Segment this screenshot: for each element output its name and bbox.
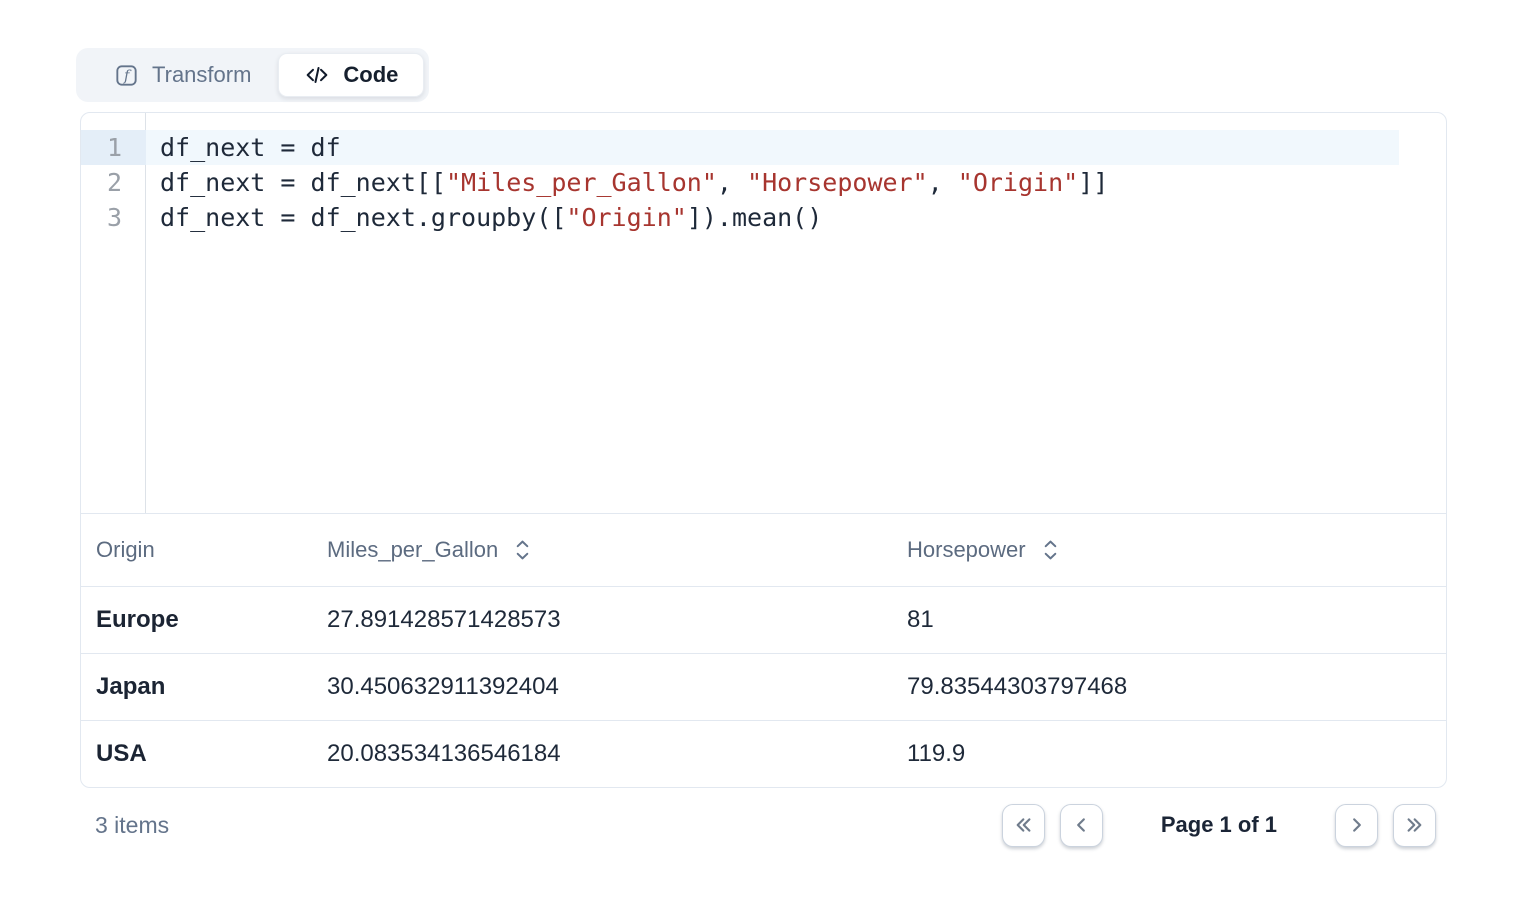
cell-horsepower: 79.83544303797468 [907, 673, 1446, 701]
code-line-content: df_next = df_next.groupby(["Origin"]).me… [146, 200, 1399, 235]
chevrons-right-icon [1402, 812, 1428, 838]
table-row: USA 20.083534136546184 119.9 [81, 720, 1446, 787]
code-line: 1 df_next = df [81, 130, 1446, 165]
sort-icon[interactable] [515, 539, 530, 561]
sort-icon[interactable] [1043, 539, 1058, 561]
cell-origin: USA [96, 740, 327, 768]
transform-panel: 1 df_next = df 2 df_next = df_next[["Mil… [80, 112, 1447, 788]
next-page-button[interactable] [1335, 804, 1378, 847]
chevron-left-icon [1068, 812, 1094, 838]
cell-horsepower: 119.9 [907, 740, 1446, 768]
chevron-right-icon [1344, 812, 1370, 838]
tab-code[interactable]: Code [278, 53, 424, 97]
code-line-content: df_next = df [146, 130, 1399, 165]
chevrons-left-icon [1010, 812, 1036, 838]
column-header-miles-per-gallon[interactable]: Miles_per_Gallon [327, 537, 907, 563]
tab-transform-label: Transform [152, 62, 251, 88]
cell-miles-per-gallon: 20.083534136546184 [327, 740, 907, 768]
pagination: Page 1 of 1 [1002, 804, 1447, 847]
column-header-origin[interactable]: Origin [96, 537, 327, 563]
items-count: 3 items [80, 812, 169, 839]
cell-origin: Europe [96, 606, 327, 634]
cell-miles-per-gallon: 30.450632911392404 [327, 673, 907, 701]
line-number: 2 [81, 165, 146, 200]
code-editor[interactable]: 1 df_next = df 2 df_next = df_next[["Mil… [81, 113, 1446, 513]
column-header-label: Miles_per_Gallon [327, 537, 498, 563]
tab-code-label: Code [343, 62, 398, 88]
svg-text:f: f [123, 67, 132, 84]
column-header-label: Origin [96, 537, 155, 563]
function-icon: f [114, 63, 139, 88]
column-header-label: Horsepower [907, 537, 1026, 563]
table-footer: 3 items Page 1 of 1 [80, 800, 1447, 850]
table-row: Europe 27.891428571428573 81 [81, 586, 1446, 653]
page-indicator: Page 1 of 1 [1161, 812, 1277, 838]
cell-miles-per-gallon: 27.891428571428573 [327, 606, 907, 634]
column-header-horsepower[interactable]: Horsepower [907, 537, 1446, 563]
cell-horsepower: 81 [907, 606, 1446, 634]
code-line-content: df_next = df_next[["Miles_per_Gallon", "… [146, 165, 1399, 200]
table-row: Japan 30.450632911392404 79.835443037974… [81, 653, 1446, 720]
first-page-button[interactable] [1002, 804, 1045, 847]
code-line: 2 df_next = df_next[["Miles_per_Gallon",… [81, 165, 1446, 200]
cell-origin: Japan [96, 673, 327, 701]
code-line: 3 df_next = df_next.groupby(["Origin"]).… [81, 200, 1446, 235]
code-icon [304, 62, 330, 88]
line-number: 3 [81, 200, 146, 235]
view-mode-tabs: f Transform Code [76, 48, 429, 102]
previous-page-button[interactable] [1060, 804, 1103, 847]
last-page-button[interactable] [1393, 804, 1436, 847]
line-number: 1 [81, 130, 146, 165]
table-header-row: Origin Miles_per_Gallon Horsepower [81, 513, 1446, 586]
tab-transform[interactable]: f Transform [81, 62, 278, 88]
